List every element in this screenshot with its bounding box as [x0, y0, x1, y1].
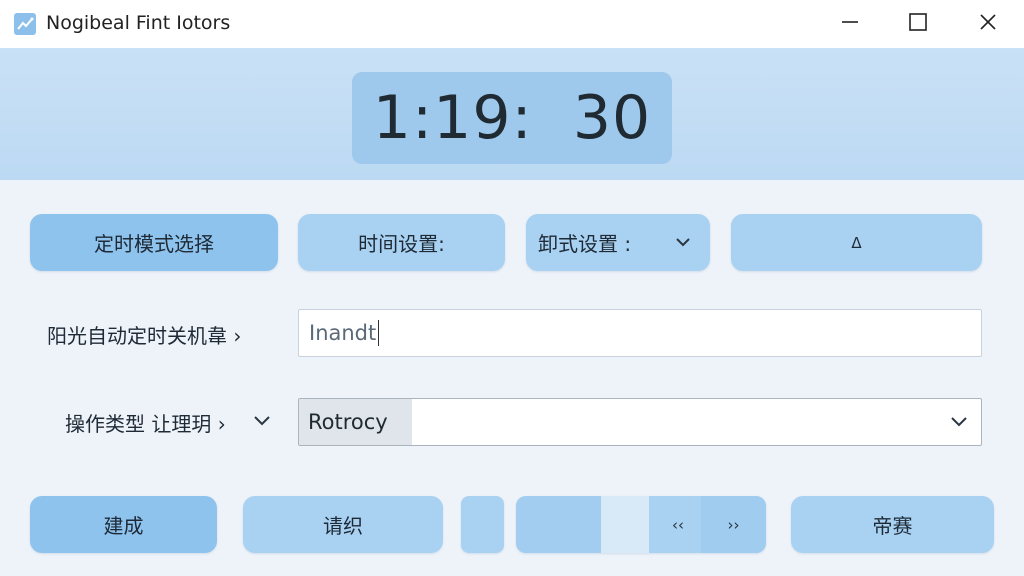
- banner-label: 帝赛: [872, 514, 913, 538]
- previous-button[interactable]: ‹‹: [649, 496, 707, 553]
- chevron-down-icon[interactable]: [252, 412, 272, 434]
- double-chevron-left-icon: ‹‹: [672, 515, 684, 534]
- request-button[interactable]: 请织: [243, 496, 443, 553]
- scrub-track[interactable]: [516, 496, 601, 553]
- operation-type-label: 操作类型 让理玥 ›: [65, 412, 226, 436]
- close-button[interactable]: [966, 4, 1010, 44]
- format-settings-dropdown[interactable]: 卸式设置 :: [526, 214, 710, 271]
- clock-display: 1:19: 30: [352, 72, 672, 164]
- maximize-icon: [908, 12, 928, 36]
- maximize-button[interactable]: [896, 4, 940, 44]
- small-button[interactable]: [461, 496, 504, 553]
- shutdown-label: 阳光自动定时关机韋 ›: [47, 324, 242, 348]
- scrub-control: ‹‹ ››: [516, 496, 766, 553]
- minimize-icon: [840, 12, 860, 36]
- shutdown-input-value: Inandt: [309, 321, 377, 345]
- app-window: Nogibeal Fint Iotors 1:19: 30 定时模式选择 时间设…: [0, 0, 1024, 576]
- triangle-label: Δ: [851, 233, 862, 252]
- operation-type-select[interactable]: Rotrocy: [298, 398, 982, 446]
- triangle-button[interactable]: Δ: [731, 214, 982, 271]
- chevron-down-icon: [949, 413, 969, 435]
- minimize-button[interactable]: [828, 4, 872, 44]
- request-label: 请织: [323, 514, 363, 538]
- next-button[interactable]: ››: [701, 496, 766, 553]
- banner-button[interactable]: 帝赛: [791, 496, 994, 553]
- shutdown-input[interactable]: Inandt: [298, 309, 982, 357]
- scrub-thumb[interactable]: [601, 496, 649, 553]
- double-chevron-right-icon: ››: [727, 515, 740, 534]
- build-label: 建成: [103, 514, 144, 538]
- time-settings-button[interactable]: 时间设置:: [298, 214, 505, 271]
- mode-select-label: 定时模式选择: [94, 232, 214, 256]
- mode-select-button[interactable]: 定时模式选择: [30, 214, 278, 271]
- build-button[interactable]: 建成: [30, 496, 217, 553]
- text-caret: [378, 320, 380, 346]
- chart-line-icon: [14, 13, 36, 35]
- title-bar: Nogibeal Fint Iotors: [0, 0, 1024, 48]
- operation-type-selected-text: Rotrocy: [308, 410, 388, 434]
- chevron-down-icon: [674, 232, 692, 256]
- close-icon: [978, 12, 998, 36]
- window-title: Nogibeal Fint Iotors: [46, 12, 231, 34]
- operation-type-selected: Rotrocy: [299, 399, 412, 445]
- clock-time: 1:19: 30: [372, 83, 652, 153]
- time-settings-label: 时间设置:: [358, 232, 445, 256]
- format-settings-label: 卸式设置 :: [538, 232, 632, 256]
